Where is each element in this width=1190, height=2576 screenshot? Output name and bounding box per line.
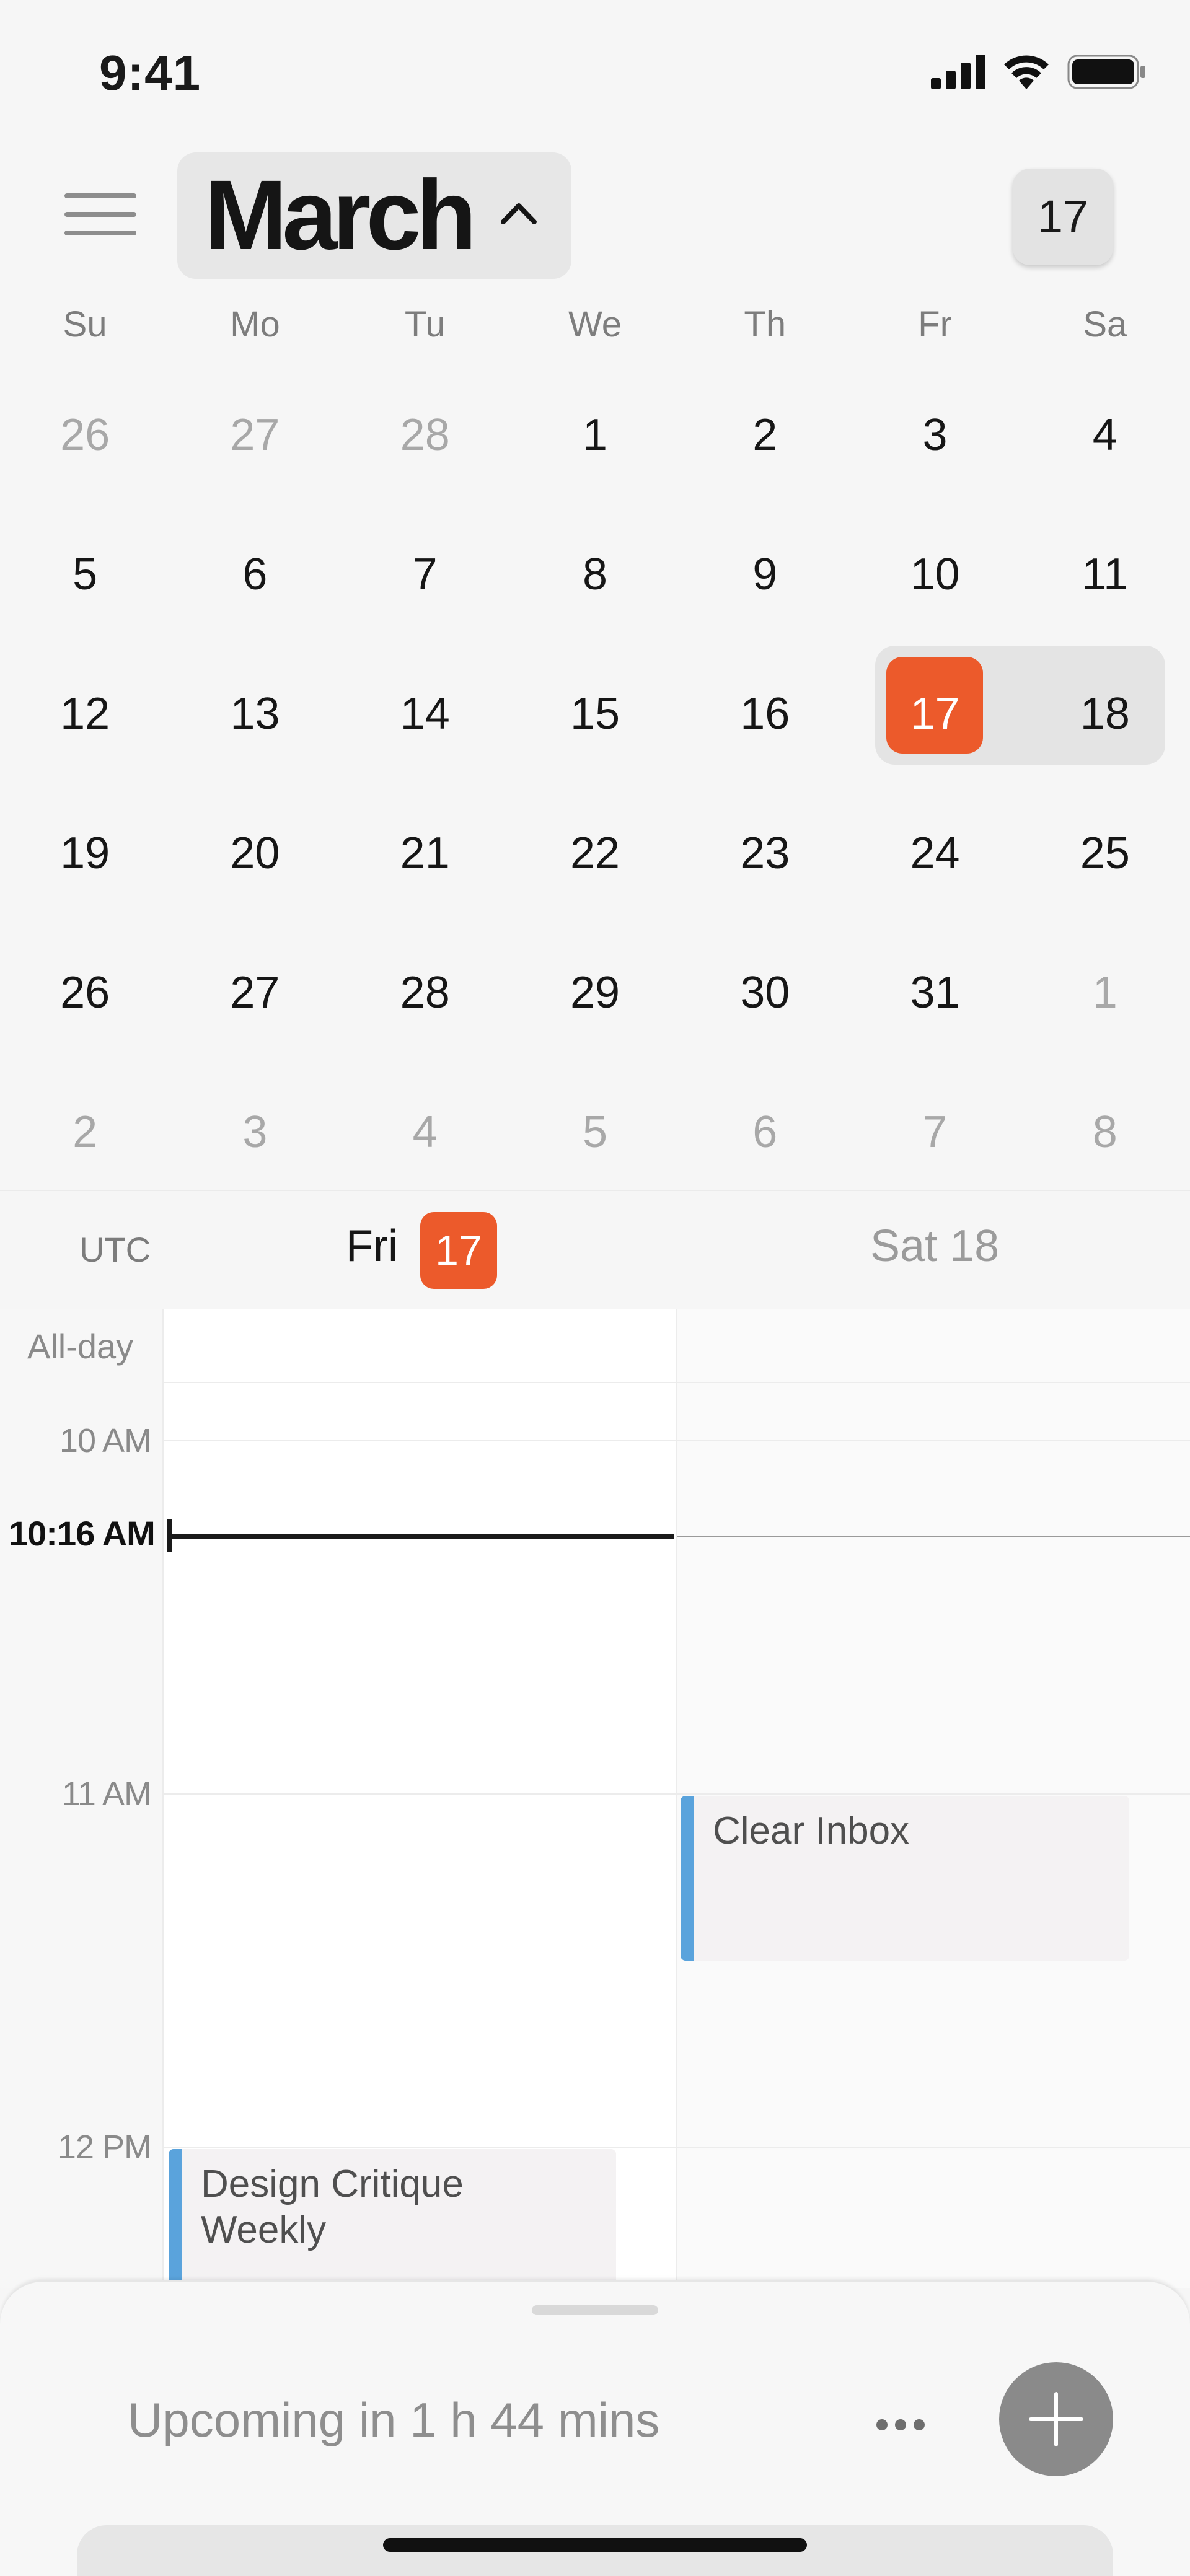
timezone-label[interactable]: UTC (79, 1229, 151, 1270)
all-day-label: All-day (27, 1327, 134, 1366)
event-clear-inbox[interactable]: Clear Inbox (681, 1796, 1129, 1961)
day-cell[interactable]: 8 (510, 505, 680, 644)
day-column-header-sat[interactable]: Sat 18 (870, 1221, 999, 1272)
day-cell[interactable]: 2 (680, 366, 850, 505)
day-cell[interactable]: 12 (0, 644, 170, 784)
current-time-line-secondary (677, 1536, 1190, 1537)
week-row: 26 27 28 1 2 3 4 (0, 366, 1190, 505)
day-cell[interactable]: 13 (170, 644, 340, 784)
status-time: 9:41 (99, 45, 201, 100)
day-cell[interactable]: 18 (1020, 644, 1190, 784)
weekday-label: Mo (230, 304, 280, 345)
weekday-label: Th (744, 304, 787, 345)
upcoming-status: Upcoming in 1 h 44 mins (128, 2393, 660, 2447)
weekday-label: Su (63, 304, 107, 345)
day-cell[interactable]: 4 (340, 1063, 510, 1202)
hamburger-icon (64, 193, 136, 198)
day-cell[interactable]: 21 (340, 784, 510, 923)
chevron-up-icon (501, 203, 537, 224)
hour-line (164, 1793, 1190, 1795)
all-day-divider (164, 1382, 1190, 1383)
menu-button[interactable] (64, 186, 139, 242)
day-cell[interactable]: 29 (510, 923, 680, 1063)
day-cell[interactable]: 5 (510, 1063, 680, 1202)
day-cell[interactable]: 24 (850, 784, 1020, 923)
hour-line (164, 2147, 1190, 2148)
status-bar: 9:41 (0, 0, 1190, 149)
day-cell[interactable]: 23 (680, 784, 850, 923)
day-cell[interactable]: 8 (1020, 1063, 1190, 1202)
day-cell[interactable]: 1 (510, 366, 680, 505)
event-title: Clear Inbox (713, 1809, 910, 1852)
current-time-line (169, 1534, 674, 1539)
day-cell[interactable]: 9 (680, 505, 850, 644)
day-cell[interactable]: 31 (850, 923, 1020, 1063)
week-row: 2345678 (0, 1063, 1190, 1202)
day-cell[interactable]: 3 (170, 1063, 340, 1202)
day-cell[interactable]: 3 (850, 366, 1020, 505)
day-cell[interactable]: 19 (0, 784, 170, 923)
hour-label: 10 AM (59, 1422, 152, 1459)
today-button[interactable]: 17 (1013, 169, 1113, 265)
week-row: 26 27 28 29 30 31 1 (0, 923, 1190, 1063)
day-timeline[interactable]: All-day 10 AM 11 AM 12 PM 10:16 AM Clear… (0, 1309, 1190, 2335)
add-event-button[interactable] (999, 2362, 1113, 2476)
month-title: March (205, 159, 477, 270)
day-cell[interactable]: 11 (1020, 505, 1190, 644)
day-cell[interactable]: 6 (680, 1063, 850, 1202)
event-title: Design Critique Weekly (201, 2163, 464, 2251)
day-cell[interactable]: 10 (850, 505, 1020, 644)
hamburger-line (64, 212, 136, 217)
weekday-label: Tu (404, 304, 446, 345)
day-cell[interactable]: 27 (170, 923, 340, 1063)
hour-label: 12 PM (57, 2129, 152, 2166)
day-column-header-fri[interactable]: Fri (346, 1221, 398, 1272)
today-button-label: 17 (1037, 191, 1089, 242)
day-view-header: UTC Fri 17 Sat 18 (0, 1190, 1190, 1309)
day-cell[interactable]: 6 (170, 505, 340, 644)
current-time-label: 10:16 AM (9, 1514, 156, 1553)
sheet-grabber[interactable] (532, 2305, 658, 2315)
wifi-icon (1004, 55, 1049, 89)
weekday-label: Fr (918, 304, 952, 345)
more-options-icon[interactable] (876, 2419, 932, 2433)
hamburger-line (64, 231, 136, 235)
day-cell[interactable]: 7 (340, 505, 510, 644)
hour-line (164, 1440, 1190, 1441)
day-cell[interactable]: 7 (850, 1063, 1020, 1202)
day-cell[interactable]: 5 (0, 505, 170, 644)
week-row: 5 6 7 8 9 10 11 (0, 505, 1190, 644)
day-cell[interactable]: 15 (510, 644, 680, 784)
weekday-row: Su Mo Tu We Th Fr Sa (0, 304, 1190, 353)
weekday-label: We (568, 304, 622, 345)
day-cell[interactable]: 20 (170, 784, 340, 923)
day-cell[interactable]: 16 (680, 644, 850, 784)
month-grid: Su Mo Tu We Th Fr Sa 26 27 28 1 2 3 4 5 6 7 8 9 10 11… (0, 291, 1190, 1190)
event-color-bar (681, 1796, 694, 1961)
week-row: 12 13 14 15 16 17 18 (0, 644, 1190, 784)
battery-icon (1067, 55, 1145, 89)
today-date-badge[interactable]: 17 (420, 1212, 497, 1289)
day-cell[interactable]: 14 (340, 644, 510, 784)
column-divider (676, 1309, 677, 2288)
day-cell[interactable]: 1 (1020, 923, 1190, 1063)
week-row: 19 20 21 22 23 24 25 (0, 784, 1190, 923)
hour-label: 11 AM (61, 1775, 152, 1813)
day-cell[interactable]: 26 (0, 923, 170, 1063)
home-indicator[interactable] (383, 2538, 807, 2552)
month-picker-button[interactable]: March (177, 152, 571, 279)
day-cell[interactable]: 2 (0, 1063, 170, 1202)
day-cell[interactable]: 22 (510, 784, 680, 923)
day-cell[interactable]: 28 (340, 923, 510, 1063)
day-cell[interactable]: 4 (1020, 366, 1190, 505)
day-cell[interactable]: 30 (680, 923, 850, 1063)
day-cell[interactable]: 26 (0, 366, 170, 505)
cellular-signal-icon (931, 55, 985, 89)
day-cell-today[interactable]: 17 (850, 644, 1020, 784)
weekday-label: Sa (1083, 304, 1127, 345)
day-cell[interactable]: 27 (170, 366, 340, 505)
day-cell[interactable]: 28 (340, 366, 510, 505)
day-cell[interactable]: 25 (1020, 784, 1190, 923)
